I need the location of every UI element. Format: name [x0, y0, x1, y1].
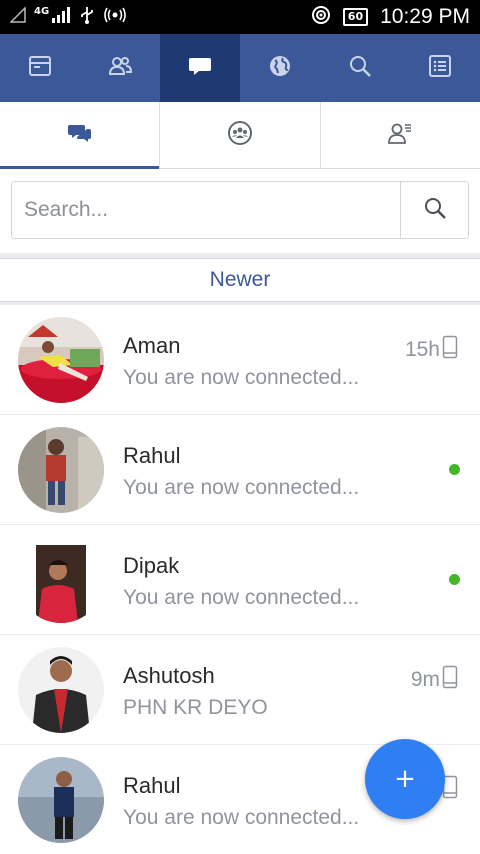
hotspot-icon — [103, 7, 127, 27]
nav-menu[interactable] — [400, 34, 480, 102]
avatar — [18, 317, 104, 403]
compose-message-button[interactable]: + — [365, 739, 445, 819]
avatar — [18, 757, 104, 843]
tab-groups[interactable] — [160, 102, 321, 168]
chats-icon — [67, 120, 93, 150]
globe-icon — [267, 53, 293, 83]
menu-list-icon — [427, 53, 453, 83]
conversation-row[interactable]: Aman You are now connected... 15h — [0, 305, 480, 414]
timestamp: 15h — [404, 338, 440, 361]
conversation-row[interactable]: Ashutosh PHN KR DEYO 9m — [0, 635, 480, 744]
avatar — [18, 537, 104, 623]
phone-icon — [442, 335, 458, 365]
nav-newsfeed[interactable] — [0, 34, 80, 102]
tab-chats[interactable] — [0, 102, 161, 169]
newer-link[interactable]: Newer — [0, 258, 480, 302]
messenger-subtabs — [0, 102, 480, 169]
timestamp: 9m — [410, 668, 440, 691]
messages-icon — [187, 53, 213, 83]
signal-empty-icon — [9, 6, 26, 27]
search-section — [0, 169, 480, 253]
battery-level: 60 — [342, 8, 369, 26]
contact-name: Ashutosh — [123, 663, 215, 688]
conversation-meta: 9m — [411, 665, 458, 695]
message-preview: You are now connected... — [123, 366, 360, 389]
contact-name: Rahul — [123, 443, 181, 468]
message-preview: PHN KR DEYO — [123, 696, 268, 719]
status-bar: 4G 60 10:29 PM — [0, 0, 480, 34]
contact-name: Aman — [123, 333, 181, 358]
clock: 10:29 PM — [380, 5, 470, 28]
newsfeed-icon — [27, 53, 53, 83]
online-indicator — [449, 464, 460, 475]
search-button[interactable] — [400, 182, 468, 238]
wifi-hotspot-icon — [311, 5, 331, 29]
search-input[interactable] — [12, 182, 400, 238]
conversation-row[interactable]: Dipak You are now connected... — [0, 525, 480, 634]
avatar — [18, 647, 104, 733]
nav-notifications[interactable] — [240, 34, 320, 102]
conversation-row[interactable]: Rahul You are now connected... — [0, 415, 480, 524]
friends-icon — [107, 53, 133, 83]
contact-name: Dipak — [123, 553, 180, 578]
conversation-meta: 15h — [405, 335, 458, 365]
nav-friends[interactable] — [80, 34, 160, 102]
search-icon — [347, 53, 373, 83]
avatar — [18, 427, 104, 513]
search-box — [11, 181, 469, 239]
contact-name: Rahul — [123, 773, 181, 798]
message-preview: You are now connected... — [123, 806, 360, 829]
message-preview: You are now connected... — [123, 586, 360, 609]
message-preview: You are now connected... — [123, 476, 360, 499]
contacts-icon — [387, 120, 413, 150]
signal-bars-icon — [51, 7, 71, 27]
groups-icon — [227, 120, 253, 150]
tab-contacts[interactable] — [321, 102, 480, 168]
usb-icon — [79, 6, 95, 28]
online-indicator — [449, 574, 460, 585]
nav-messages[interactable] — [160, 34, 240, 102]
search-icon — [422, 195, 448, 225]
network-type: 4G — [34, 5, 50, 17]
nav-search[interactable] — [320, 34, 400, 102]
top-nav-bar — [0, 34, 480, 102]
phone-icon — [442, 665, 458, 695]
